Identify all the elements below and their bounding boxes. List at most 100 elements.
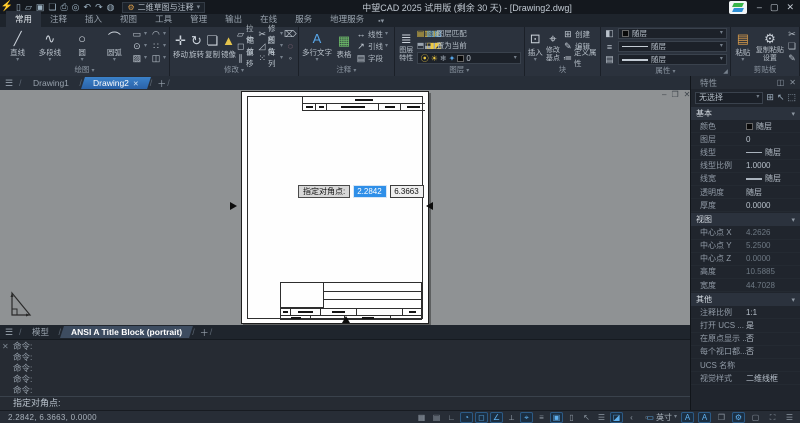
section-header-其他[interactable]: 其他▾ xyxy=(691,293,800,306)
property-row[interactable]: 线宽随层 xyxy=(691,173,800,186)
grid-display-toggle[interactable]: ▦ xyxy=(415,412,428,423)
property-row[interactable]: 透明度随层 xyxy=(691,186,800,199)
property-row[interactable]: 中心点 X4.2626 xyxy=(691,226,800,239)
linear-dim-button[interactable]: ↔线性▾ xyxy=(356,28,388,40)
dynamic-input-toggle[interactable]: ⌖ xyxy=(520,412,533,423)
property-row[interactable]: 中心点 Z0.0000 xyxy=(691,253,800,266)
rotate-button[interactable]: ↻旋转 xyxy=(189,32,204,60)
doc-minimize-icon[interactable]: – xyxy=(662,90,666,99)
object-snap-tracking-toggle[interactable]: ∠ xyxy=(490,412,503,423)
ribbon-tab-管理[interactable]: 管理 xyxy=(181,11,216,27)
new-tab-button[interactable]: ＋ xyxy=(157,77,166,90)
coord-x-input[interactable]: 2.2842 xyxy=(353,185,387,198)
lineweight-display-toggle[interactable]: ≡ xyxy=(535,412,548,423)
mtext-button[interactable]: A 多行文字▾ xyxy=(302,30,332,63)
array-button[interactable]: ⁙阵列▾ xyxy=(259,52,284,64)
copy-button[interactable]: ❏复制 xyxy=(205,32,220,60)
minimize-button[interactable]: – xyxy=(757,2,762,13)
grip-right-arrow[interactable] xyxy=(426,202,433,210)
ribbon-tab-注释[interactable]: 注释 xyxy=(41,11,76,27)
fullscreen-icon[interactable]: ⛶ xyxy=(766,412,779,423)
explode-button[interactable]: ◌ xyxy=(288,41,293,51)
polar-tracking-toggle[interactable]: ◔ xyxy=(460,412,473,423)
edit-basepoint-button[interactable]: ⌖ 修改基点 xyxy=(545,30,561,63)
maximize-button[interactable]: ▢ xyxy=(770,2,779,13)
object-snap-toggle[interactable]: ◻ xyxy=(475,412,488,423)
layout-tab-model[interactable]: 模型 xyxy=(20,325,60,339)
layer-tool-icons-2[interactable]: ◨◩ xyxy=(427,41,435,50)
ellipse-button[interactable]: ⊙▾ xyxy=(132,40,147,52)
copy-clip-icon[interactable]: ❏ xyxy=(788,41,796,52)
layer-state-icons[interactable]: ▤▥▦ xyxy=(417,29,425,38)
create-block-button[interactable]: ⊞创建 xyxy=(563,28,597,40)
transparency-toggle[interactable]: ▣ xyxy=(550,412,563,423)
property-row[interactable]: 视觉样式二维线框 xyxy=(691,372,800,385)
offset-button[interactable]: ∥偏移 xyxy=(237,52,257,64)
insert-block-button[interactable]: ⊡ 插入▾ xyxy=(528,30,543,63)
property-row[interactable]: 每个视口都...否 xyxy=(691,346,800,359)
selection-dropdown[interactable]: 无选择 ▾ xyxy=(695,92,763,104)
field-button[interactable]: ▤字段 xyxy=(356,52,388,64)
isolate-objects-toggle[interactable]: ◪ xyxy=(610,412,623,423)
property-row[interactable]: 注释比例1:1 xyxy=(691,306,800,319)
ribbon-tab-overflow-icon[interactable]: ▪▾ xyxy=(373,15,389,27)
ribbon-tab-工具[interactable]: 工具 xyxy=(146,11,181,27)
property-row[interactable]: 线型随层 xyxy=(691,146,800,159)
panel-launcher-icon[interactable]: ◢ xyxy=(723,68,728,75)
property-row[interactable]: 颜色随层 xyxy=(691,120,800,133)
command-window[interactable]: ✕ 命令:命令:命令:命令:命令: 指定对角点: xyxy=(0,339,690,410)
cut-icon[interactable]: ✂ xyxy=(788,29,796,40)
panel-label-layer[interactable]: 图层 ▾ xyxy=(395,65,524,76)
ortho-mode-toggle[interactable]: ∟ xyxy=(445,412,458,423)
spline-button[interactable]: ◠▾ xyxy=(151,28,166,40)
layer-match-button[interactable]: 图层匹配 xyxy=(437,28,467,39)
define-attributes-button[interactable]: ≔定义属性 xyxy=(563,52,597,64)
line-button[interactable]: ╱ 直线▾ xyxy=(3,30,32,63)
property-row[interactable]: 中心点 Y5.2500 xyxy=(691,240,800,253)
mirror-button[interactable]: ▲镜像 xyxy=(221,32,236,60)
workspace-switch-icon[interactable]: ❒ xyxy=(715,412,728,423)
property-row[interactable]: 宽度44.7028 xyxy=(691,279,800,292)
annotation-autoscale-icon[interactable]: A xyxy=(698,412,711,423)
layer-dropdown[interactable]: ⦿ ☀ ❄ ✦ 0 ▾ xyxy=(417,52,521,64)
annotation-visibility-icon[interactable]: A xyxy=(681,412,694,423)
move-button[interactable]: ✛移动 xyxy=(173,32,188,60)
scale-prev-toggle[interactable]: ‹ xyxy=(625,412,638,423)
close-button[interactable]: ✕ xyxy=(786,2,794,13)
ribbon-tab-服务[interactable]: 服务 xyxy=(286,11,321,27)
dynamic-ucs-toggle[interactable]: ⟂ xyxy=(505,412,518,423)
units-dropdown[interactable]: ▭ 英寸 ▾ xyxy=(646,412,677,423)
command-close-icon[interactable]: ✕ xyxy=(2,342,9,351)
doc-restore-icon[interactable]: ❐ xyxy=(671,90,678,99)
status-menu-icon[interactable]: ☰ xyxy=(783,412,796,423)
table-button[interactable]: ▦ 表格 xyxy=(334,32,354,60)
lock-ui-toggle[interactable]: ☰ xyxy=(595,412,608,423)
panel-label-annotate[interactable]: 注释 ▾ xyxy=(299,65,394,76)
property-row[interactable]: 线型比例1.0000 xyxy=(691,160,800,173)
property-row[interactable]: 在原点显示 ...否 xyxy=(691,333,800,346)
arc-button[interactable]: ⌒ 圆弧▾ xyxy=(100,30,129,63)
layer-state-icons-2[interactable]: ▧▨ xyxy=(427,29,435,38)
ribbon-tab-插入[interactable]: 插入 xyxy=(76,11,111,27)
doc-tab-drawing1[interactable]: Drawing1 xyxy=(21,77,81,89)
layer-properties-button[interactable]: ≣ 图层特性 xyxy=(398,30,415,63)
panel-label-modify[interactable]: 修改 ▾ xyxy=(170,65,298,76)
new-layout-button[interactable]: ＋ xyxy=(200,326,209,339)
coord-y-input[interactable]: 6.3663 xyxy=(390,185,424,198)
ribbon-tab-视图[interactable]: 视图 xyxy=(111,11,146,27)
drawing-canvas[interactable]: – ❐ ✕ xyxy=(0,90,690,325)
settings-gear-icon[interactable]: ⚙ xyxy=(732,412,745,423)
command-prompt[interactable]: 指定对角点: xyxy=(0,396,690,410)
set-current-layer-button[interactable]: 置为当前 xyxy=(437,40,467,51)
panel-label-clipboard[interactable]: 剪贴板 xyxy=(731,65,799,76)
section-header-基本[interactable]: 基本▾ xyxy=(691,107,800,120)
join-button[interactable]: ◦ xyxy=(289,53,292,63)
panel-label-draw[interactable]: 绘图 ▾ xyxy=(0,65,169,76)
property-row[interactable]: UCS 名称 xyxy=(691,359,800,372)
layout-tab-ansi-a[interactable]: ANSI A Title Block (portrait) xyxy=(60,326,193,338)
circle-button[interactable]: ○ 圆▾ xyxy=(67,30,96,63)
selection-cycling-toggle[interactable]: ▯ xyxy=(565,412,578,423)
copy-paste-settings-button[interactable]: ⚙ 复制粘贴设置 xyxy=(754,30,786,63)
region-button[interactable]: ◫▾ xyxy=(151,52,166,64)
linetype-dropdown[interactable]: 随层 ▾ xyxy=(618,41,727,52)
